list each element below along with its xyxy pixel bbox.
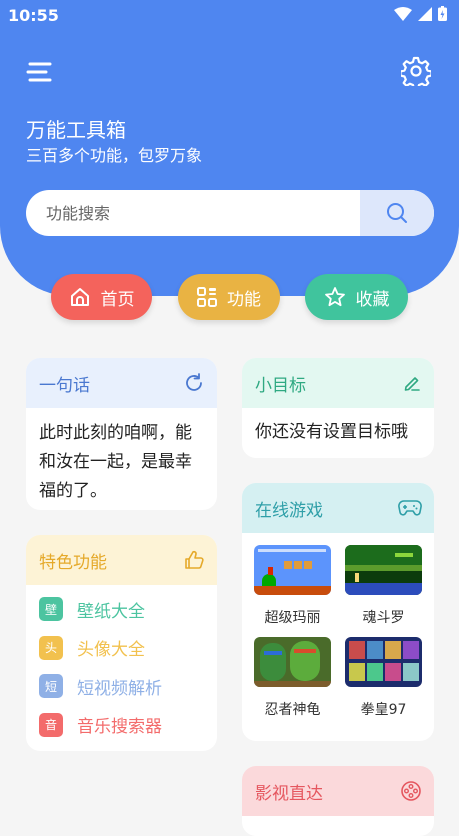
search-input[interactable] (26, 190, 380, 236)
game-super-mario[interactable]: 超级玛丽 (252, 545, 333, 631)
goal-text: 你还没有设置目标哦 (255, 422, 408, 442)
feature-label: 短视频解析 (77, 678, 162, 699)
features-list: 壁 壁纸大全 头 头像大全 短 短视频解析 音 音乐搜索器 (26, 585, 217, 744)
signal-icon (418, 6, 432, 21)
game-contra[interactable]: 魂斗罗 (343, 545, 424, 631)
feature-badge: 壁 (39, 597, 63, 622)
menu-button[interactable] (24, 56, 56, 88)
star-icon (324, 287, 345, 307)
feature-badge: 短 (39, 674, 63, 699)
game-thumbnail-contra (345, 545, 422, 595)
game-tmnt[interactable]: 忍者神龟 (252, 637, 333, 723)
feature-label: 壁纸大全 (77, 601, 145, 622)
feature-music-search[interactable]: 音 音乐搜索器 (39, 706, 204, 745)
battery-icon (438, 6, 447, 21)
nav-home-button[interactable]: 首页 (51, 274, 152, 320)
features-card: 特色功能 壁 壁纸大全 头 头像大全 短 短视频解析 音 音乐搜索器 (26, 535, 217, 751)
gear-icon (399, 56, 433, 91)
status-icons (394, 6, 447, 21)
feature-avatars[interactable]: 头 头像大全 (39, 629, 204, 668)
search-icon (387, 203, 407, 223)
menu-icon (26, 62, 52, 82)
features-card-title: 特色功能 (39, 552, 107, 573)
home-icon (70, 288, 89, 306)
status-time: 10:55 (8, 6, 59, 25)
gamepad-icon (398, 500, 422, 516)
grid-icon (197, 287, 217, 307)
feature-label: 头像大全 (77, 640, 145, 661)
nav-home-label: 首页 (100, 289, 135, 310)
goal-card[interactable]: 小目标 你还没有设置目标哦 (242, 358, 434, 458)
thumbs-up-icon (185, 550, 204, 569)
feature-badge: 音 (39, 712, 63, 737)
nav-features-label: 功能 (227, 289, 261, 310)
search-button[interactable] (360, 190, 434, 236)
game-name: 忍者神龟 (264, 702, 321, 718)
nav-favorites-label: 收藏 (355, 289, 390, 310)
nav-features-button[interactable]: 功能 (178, 274, 280, 320)
search-bar (26, 190, 434, 236)
features-card-header: 特色功能 (26, 535, 217, 585)
games-card-title: 在线游戏 (255, 500, 323, 521)
refresh-icon[interactable] (183, 372, 205, 394)
quote-text: 此时此刻的咱啊，能和汝在一起，是最幸福的了。 (39, 423, 192, 501)
quote-card[interactable]: 一句话 此时此刻的咱啊，能和汝在一起，是最幸福的了。 (26, 358, 217, 510)
game-kof97[interactable]: 拳皇97 (343, 637, 424, 723)
settings-button[interactable] (399, 56, 433, 91)
wifi-icon (394, 6, 412, 21)
feature-video-parser[interactable]: 短 短视频解析 (39, 667, 204, 706)
game-name: 魂斗罗 (362, 610, 405, 626)
feature-wallpapers[interactable]: 壁 壁纸大全 (39, 590, 204, 629)
games-card: 在线游戏 超级玛丽 魂斗罗 忍者神龟 拳皇97 (242, 483, 434, 741)
app-subtitle: 三百多个功能，包罗万象 (26, 146, 203, 165)
games-grid: 超级玛丽 魂斗罗 忍者神龟 拳皇97 (242, 533, 434, 723)
game-thumbnail-tmnt (254, 637, 331, 687)
game-name: 拳皇97 (360, 702, 407, 718)
game-thumbnail-mario (254, 545, 331, 595)
quote-card-header: 一句话 (26, 358, 217, 408)
videos-card-title: 影视直达 (255, 783, 323, 804)
goal-card-title: 小目标 (255, 375, 306, 396)
edit-icon[interactable] (402, 373, 422, 393)
status-bar: 10:55 (0, 0, 459, 32)
goal-card-header: 小目标 (242, 358, 434, 408)
videos-card-header: 影视直达 (242, 766, 434, 816)
game-thumbnail-kof97 (345, 637, 422, 687)
feature-label: 音乐搜索器 (77, 717, 162, 738)
feature-badge: 头 (39, 635, 63, 660)
film-reel-icon (401, 781, 421, 801)
nav-favorites-button[interactable]: 收藏 (305, 274, 408, 320)
games-card-header: 在线游戏 (242, 483, 434, 533)
game-name: 超级玛丽 (264, 610, 321, 626)
quote-card-title: 一句话 (39, 375, 90, 396)
app-title: 万能工具箱 (26, 118, 126, 142)
videos-card[interactable]: 影视直达 (242, 766, 434, 836)
